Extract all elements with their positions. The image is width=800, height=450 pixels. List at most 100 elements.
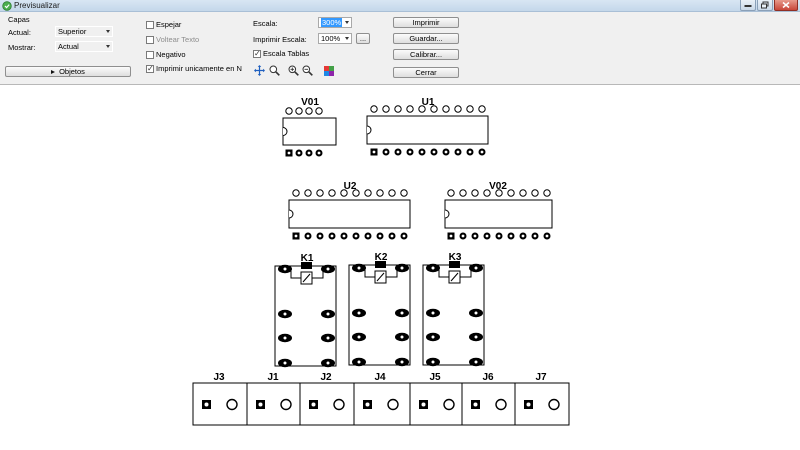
cerrar-button[interactable]: Cerrar	[393, 67, 459, 78]
voltear-texto-label: Voltear Texto	[156, 35, 200, 44]
pad-hole	[306, 234, 310, 238]
close-icon	[782, 1, 790, 9]
pad-outline	[454, 105, 462, 113]
pad-hole	[258, 402, 263, 407]
calibrar-button[interactable]: Calibrar...	[393, 49, 459, 60]
pad-hole	[473, 234, 477, 238]
pad-hole	[342, 234, 346, 238]
pad-hole	[474, 266, 478, 270]
pad-outline	[370, 105, 378, 113]
checkbox-box	[146, 64, 154, 73]
ic-notch	[366, 125, 372, 135]
pad-hole	[283, 267, 287, 271]
pad-hole	[533, 234, 537, 238]
cerrar-button-label: Cerrar	[415, 68, 437, 77]
connector-body	[299, 382, 355, 426]
pad-outline	[316, 189, 324, 197]
pad-hole	[526, 402, 531, 407]
pad-hole	[402, 234, 406, 238]
pad-hole	[357, 360, 361, 364]
pad-hole	[378, 234, 382, 238]
pad-hole	[396, 150, 400, 154]
calibrar-button-label: Calibrar...	[409, 50, 443, 59]
pad-hole	[456, 150, 460, 154]
espejar-checkbox[interactable]: Espejar	[146, 20, 181, 29]
close-button[interactable]	[774, 0, 798, 11]
capas-title: Capas	[8, 15, 30, 24]
mostrar-label: Mostrar:	[8, 43, 36, 52]
minimize-button[interactable]	[740, 0, 756, 11]
objetos-button[interactable]: Objetos	[5, 66, 131, 77]
zoom-out-icon[interactable]	[302, 65, 313, 76]
voltear-texto-checkbox[interactable]: Voltear Texto	[146, 35, 199, 44]
imprimir-unicamente-label: Imprimir unicamente en N	[156, 64, 242, 73]
pad-hole	[432, 150, 436, 154]
pad-outline	[531, 189, 539, 197]
pad-outline	[376, 189, 384, 197]
move-icon[interactable]	[254, 65, 265, 76]
chevron-down-icon	[345, 37, 349, 40]
pad-outline	[442, 105, 450, 113]
espejar-label: Espejar	[156, 20, 182, 29]
minimize-icon	[744, 5, 752, 7]
connector-label: J2	[320, 372, 332, 383]
mostrar-select[interactable]: Actual	[55, 41, 113, 52]
zoom-icon[interactable]	[269, 65, 280, 76]
zoom-in-icon[interactable]	[288, 65, 299, 76]
ic-notch	[282, 127, 288, 136]
pad-outline	[394, 105, 402, 113]
pad-hole	[468, 150, 472, 154]
pad-hole	[326, 336, 330, 340]
escala-tablas-checkbox[interactable]: Escala Tablas	[253, 49, 309, 58]
pad-hole	[318, 234, 322, 238]
guardar-button[interactable]: Guardar...	[393, 33, 459, 44]
pad-outline	[328, 189, 336, 197]
pad-hole	[283, 312, 287, 316]
pad-hole	[317, 151, 321, 155]
pad-hole	[421, 402, 426, 407]
negativo-checkbox[interactable]: Negativo	[146, 50, 186, 59]
ic-notch	[444, 209, 450, 219]
ic-body	[282, 117, 337, 146]
pad-outline	[406, 105, 414, 113]
connector-body	[461, 382, 516, 426]
pad-hole	[357, 266, 361, 270]
pad-outline	[340, 189, 348, 197]
pad-hole	[400, 311, 404, 315]
pad-outline	[364, 189, 372, 197]
actual-select[interactable]: Superior	[55, 26, 113, 37]
escala-select[interactable]: 300%	[318, 17, 352, 28]
connector-label: J5	[429, 372, 441, 383]
guardar-button-label: Guardar...	[409, 34, 443, 43]
imprimir-escala-select[interactable]: 100%	[318, 33, 352, 44]
pad-outline	[430, 105, 438, 113]
more-options-button[interactable]: ...	[356, 33, 370, 44]
connector-label: J1	[267, 372, 279, 383]
pad-hole	[372, 150, 376, 154]
imprimir-unicamente-checkbox[interactable]: Imprimir unicamente en N	[146, 64, 242, 73]
pad-hole	[326, 361, 330, 365]
preview-canvas[interactable]: V01 U1 U2 V02 K1 K2 K3 J3 J1 J2 J4 J5 J6…	[0, 86, 800, 450]
pad-round	[443, 398, 455, 411]
pad-hole	[431, 311, 435, 315]
connector-label: J6	[482, 372, 494, 383]
restore-button[interactable]	[757, 0, 773, 11]
pad-outline	[388, 189, 396, 197]
connector-body	[192, 382, 248, 426]
pad-hole	[521, 234, 525, 238]
pad-round	[280, 398, 292, 411]
pad-hole	[420, 150, 424, 154]
pad-hole	[408, 150, 412, 154]
pad-hole	[400, 360, 404, 364]
pad-hole	[384, 150, 388, 154]
pad-round	[387, 398, 399, 411]
pad-hole	[474, 311, 478, 315]
pad-hole	[297, 151, 301, 155]
pad-round	[548, 398, 560, 411]
pad-hole	[474, 360, 478, 364]
pad-round	[495, 398, 507, 411]
imprimir-button[interactable]: Imprimir	[393, 17, 459, 28]
pad-hole	[330, 234, 334, 238]
imprimir-escala-label: Imprimir Escala:	[253, 35, 307, 44]
color-icon[interactable]	[324, 66, 334, 76]
